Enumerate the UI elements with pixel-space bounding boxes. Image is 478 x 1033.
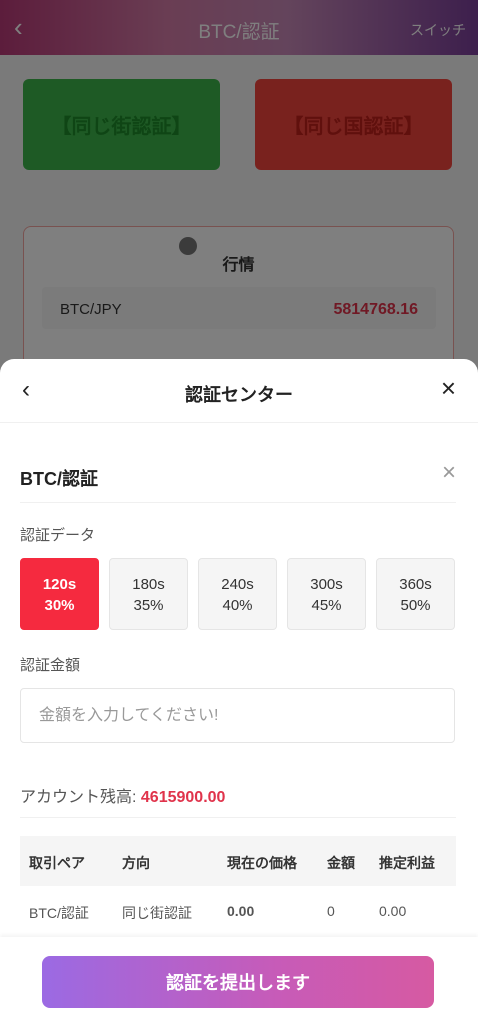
- balance-label: アカウント残高:: [20, 789, 137, 806]
- cell-current-price: 0.00: [227, 903, 255, 919]
- auth-center-sheet: ‹ 認証センター × BTC/認証 × 認証データ 120s 30% 180s …: [0, 359, 478, 1033]
- option-360s[interactable]: 360s 50%: [376, 558, 455, 630]
- option-rate: 30%: [44, 597, 75, 614]
- sheet-close-icon[interactable]: ×: [441, 375, 456, 401]
- option-rate: 40%: [222, 597, 253, 614]
- option-time: 180s: [132, 576, 165, 593]
- option-180s[interactable]: 180s 35%: [109, 558, 188, 630]
- cell-direction: 同じ街認証: [122, 905, 192, 921]
- pair-close-icon[interactable]: ×: [442, 461, 456, 485]
- cell-pair: BTC/認証: [29, 905, 89, 921]
- option-time: 300s: [310, 576, 343, 593]
- option-time: 240s: [221, 576, 254, 593]
- col-header: 取引ペア: [29, 855, 85, 871]
- col-header: 金額: [327, 855, 355, 871]
- divider: [20, 817, 456, 818]
- pair-row: BTC/認証 ×: [20, 459, 456, 503]
- balance-value: 4615900.00: [140, 789, 226, 806]
- option-rate: 45%: [311, 597, 342, 614]
- pair-title: BTC/認証: [20, 469, 98, 489]
- amount-label: 認証金額: [20, 657, 81, 674]
- option-120s[interactable]: 120s 30%: [20, 558, 99, 630]
- sheet-title: 認証センター: [185, 385, 293, 405]
- sheet-header: ‹ 認証センター ×: [0, 359, 478, 423]
- col-header: 現在の価格: [227, 855, 297, 871]
- col-header: 推定利益: [379, 855, 435, 871]
- option-300s[interactable]: 300s 45%: [287, 558, 366, 630]
- table-header: 取引ペア 方向 現在の価格 金額 推定利益: [20, 836, 456, 886]
- submit-auth-button[interactable]: 認証を提出します: [42, 956, 434, 1008]
- table-row: BTC/認証 同じ街認証 0.00 0 0.00: [20, 886, 456, 938]
- cell-amount: 0: [327, 903, 335, 919]
- option-rate: 50%: [400, 597, 431, 614]
- option-time: 360s: [399, 576, 432, 593]
- option-time: 120s: [42, 576, 77, 593]
- amount-input[interactable]: [20, 688, 455, 743]
- account-balance: アカウント残高: 4615900.00: [20, 783, 225, 807]
- auth-data-label: 認証データ: [20, 527, 96, 544]
- col-header: 方向: [122, 855, 150, 871]
- cell-estimated-profit: 0.00: [379, 903, 407, 919]
- duration-options: 120s 30% 180s 35% 240s 40% 300s 45% 360s…: [20, 558, 456, 630]
- option-rate: 35%: [133, 597, 164, 614]
- bottom-bar: 認証を提出します: [0, 937, 478, 1033]
- option-240s[interactable]: 240s 40%: [198, 558, 277, 630]
